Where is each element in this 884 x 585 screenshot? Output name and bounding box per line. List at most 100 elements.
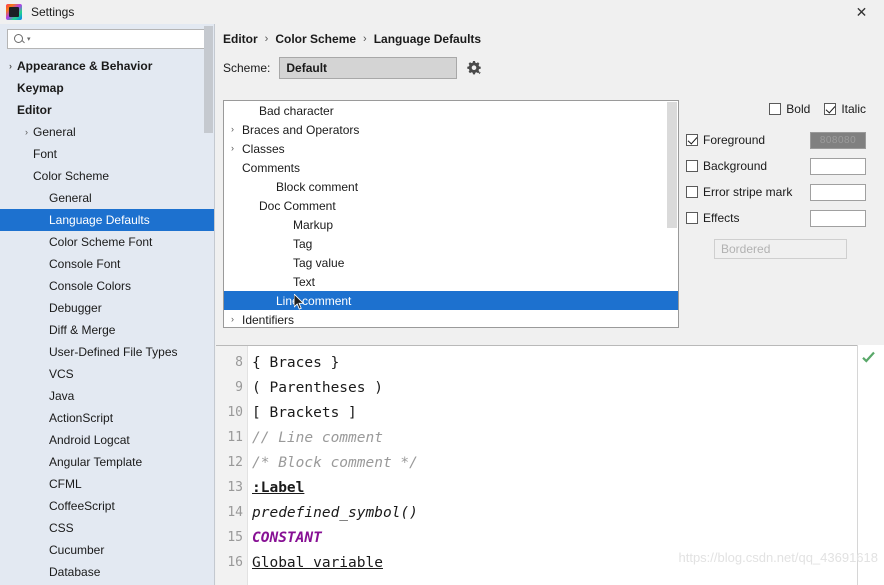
code-line: 9( Parentheses ) [216,375,884,400]
chevron-right-icon[interactable]: › [20,128,33,137]
sidebar-scrollbar-thumb[interactable] [204,26,213,133]
tree-indent-spacer [36,282,49,291]
scheme-label: Scheme: [223,61,270,75]
attribute-item-line-comment[interactable]: Line comment [224,291,678,310]
sidebar-item-color-scheme-font[interactable]: Color Scheme Font [0,231,214,253]
attribute-controls: Bold Italic Foreground 808080 Background [686,100,876,259]
sidebar-item-cucumber[interactable]: Cucumber [0,539,214,561]
sidebar-item-label: Font [33,147,57,161]
attribute-item-text[interactable]: Text [224,272,678,291]
tree-indent-spacer [277,239,290,248]
tree-indent-spacer [36,392,49,401]
sidebar-item-coffeescript[interactable]: CoffeeScript [0,495,214,517]
tree-indent-spacer [36,348,49,357]
sidebar-item-vcs[interactable]: VCS [0,363,214,385]
scheme-select-value: Default [286,61,327,75]
sidebar-item-label: Color Scheme [33,169,109,183]
attribute-item-markup[interactable]: Markup [224,215,678,234]
chevron-right-icon[interactable]: › [226,144,239,153]
attribute-item-tag[interactable]: Tag [224,234,678,253]
checkbox-box [686,160,698,172]
code-text: ( Parentheses ) [246,380,383,396]
tree-indent-spacer [36,260,49,269]
attribute-tree-scrollbar-thumb[interactable] [667,102,677,228]
background-checkbox[interactable]: Background [686,159,810,173]
effect-type-select[interactable]: Bordered ⱟ [714,239,847,259]
sidebar-item-language-defaults[interactable]: Language Defaults [0,209,214,231]
italic-checkbox[interactable]: Italic [824,102,866,116]
scheme-select[interactable]: Default ⱟ [279,57,457,79]
italic-label: Italic [841,102,866,116]
foreground-color-swatch[interactable]: 808080 [810,132,866,149]
tree-indent-spacer [277,220,290,229]
attribute-item-tag-value[interactable]: Tag value [224,253,678,272]
attribute-item-label: Doc Comment [259,199,336,213]
bold-checkbox[interactable]: Bold [769,102,810,116]
sidebar-item-editor[interactable]: ⱟ Editor [0,99,214,121]
foreground-checkbox[interactable]: Foreground [686,133,810,147]
breadcrumb-separator: › [363,33,367,45]
line-number: 12 [216,455,246,470]
chevron-right-icon[interactable]: › [226,315,239,324]
chevron-right-icon[interactable]: › [226,125,239,134]
search-input[interactable] [31,30,206,48]
sidebar-item-console-font[interactable]: Console Font [0,253,214,275]
attribute-item-identifiers[interactable]: › Identifiers [224,310,678,328]
chevron-down-icon[interactable]: ⱟ [226,163,239,172]
effect-type-value: Bordered [721,242,770,256]
sidebar-item-appearance-behavior[interactable]: › Appearance & Behavior [0,55,214,77]
close-icon[interactable]: ✕ [839,0,884,24]
sidebar-item-user-defined-file-types[interactable]: User-Defined File Types [0,341,214,363]
sidebar-item-console-colors[interactable]: Console Colors [0,275,214,297]
attribute-item-label: Comments [242,161,300,175]
attribute-item-bad-character[interactable]: Bad character [224,101,678,120]
attribute-item-doc-comment[interactable]: ⱟ Doc Comment [224,196,678,215]
color-attribute-tree[interactable]: Bad character › Braces and Operators › Class… [223,100,679,328]
effects-color-swatch[interactable] [810,210,866,227]
sidebar-item-database[interactable]: Database [0,561,214,583]
search-box[interactable]: ▾ [7,29,207,49]
error-stripe-checkbox[interactable]: Error stripe mark [686,185,810,199]
gear-icon[interactable] [466,60,482,76]
error-stripe-color-swatch[interactable] [810,184,866,201]
attribute-item-classes[interactable]: › Classes [224,139,678,158]
breadcrumb-part[interactable]: Language Defaults [374,32,481,46]
effects-checkbox[interactable]: Effects [686,211,810,225]
breadcrumb-part[interactable]: Editor [223,32,258,46]
chevron-right-icon[interactable]: › [4,62,17,71]
sidebar-item-angular-template[interactable]: Angular Template [0,451,214,473]
attribute-item-block-comment[interactable]: Block comment [224,177,678,196]
sidebar-item-keymap[interactable]: Keymap [0,77,214,99]
chevron-down-icon[interactable]: ⱟ [20,172,33,181]
line-number: 16 [216,555,246,570]
code-text: [ Brackets ] [246,405,357,421]
sidebar-item-css[interactable]: CSS [0,517,214,539]
sidebar-item-general[interactable]: › General [0,121,214,143]
sidebar-item-android-logcat[interactable]: Android Logcat [0,429,214,451]
line-number: 13 [216,480,246,495]
sidebar-item-debugger[interactable]: Debugger [0,297,214,319]
background-color-swatch[interactable] [810,158,866,175]
effects-row: Effects [686,205,876,231]
sidebar-item-general[interactable]: General [0,187,214,209]
sidebar-item-actionscript[interactable]: ActionScript [0,407,214,429]
sidebar-item-label: Debugger [49,301,102,315]
chevron-down-icon[interactable]: ⱟ [243,201,256,210]
chevron-down-icon[interactable]: ⱟ [4,106,17,115]
sidebar-item-font[interactable]: Font [0,143,214,165]
sidebar-item-label: Keymap [17,81,64,95]
checkbox-box [686,186,698,198]
attribute-item-braces-and-operators[interactable]: › Braces and Operators [224,120,678,139]
sidebar-item-label: ActionScript [49,411,113,425]
sidebar-item-label: General [33,125,76,139]
breadcrumb-part[interactable]: Color Scheme [275,32,356,46]
sidebar-item-color-scheme[interactable]: ⱟ Color Scheme [0,165,214,187]
sidebar-item-cfml[interactable]: CFML [0,473,214,495]
sidebar-item-diff-merge[interactable]: Diff & Merge [0,319,214,341]
attribute-item-comments[interactable]: ⱟ Comments [224,158,678,177]
code-preview-editor[interactable]: 8 { Braces } 9 ( Parentheses ) 10 [ Brackets … [216,345,884,585]
tree-indent-spacer [277,277,290,286]
sidebar-item-label: User-Defined File Types [49,345,178,359]
sidebar-item-java[interactable]: Java [0,385,214,407]
window-titlebar: Settings ✕ [0,0,884,24]
